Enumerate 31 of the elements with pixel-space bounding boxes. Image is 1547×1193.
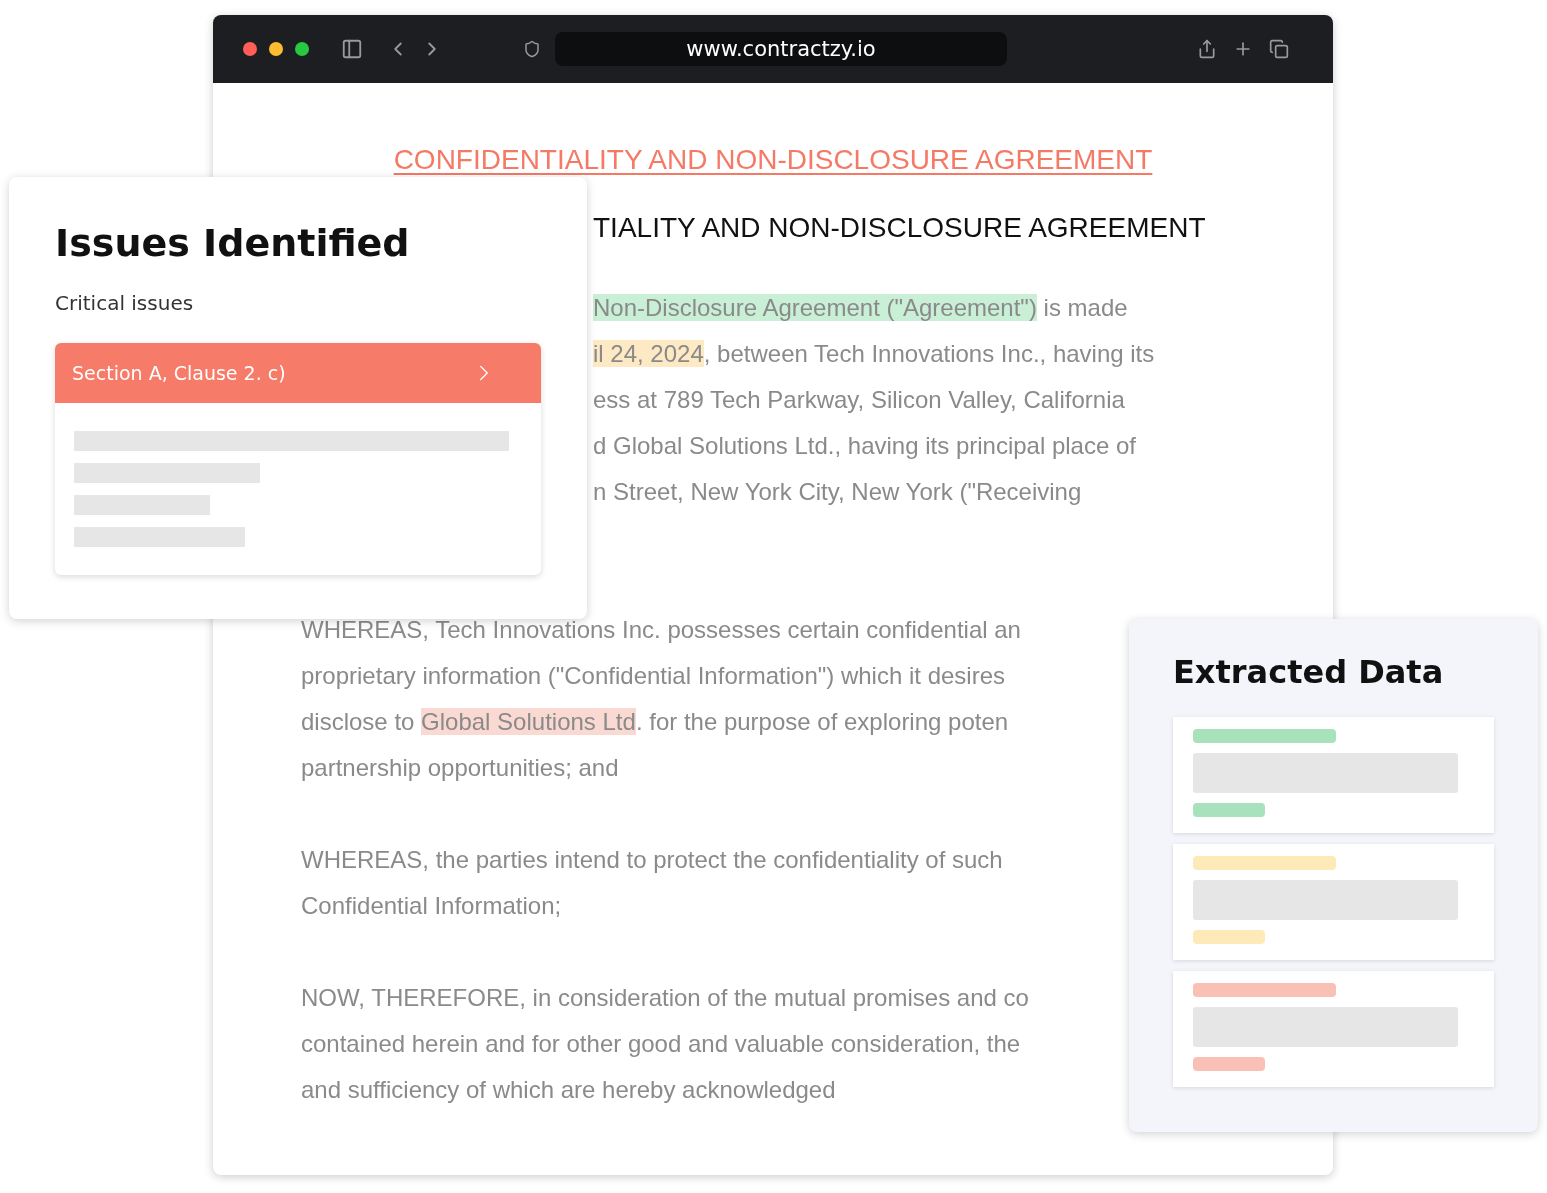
issues-title: Issues Identified [55,220,411,267]
document-text-line: partnership opportunities; and [301,753,619,783]
document-text-line: NOW, THEREFORE, in consideration of the mutual promises and co [301,983,1029,1013]
issue-header-button[interactable]: Section A, Clause 2. c) [55,343,541,403]
document-text-line: d Global Solutions Ltd., having its principal place of [593,431,1136,461]
issues-subtitle: Critical issues [55,291,195,315]
share-icon[interactable] [1197,39,1217,59]
document-text-line: proprietary information ("Confidential Information") which it desires [301,661,1005,691]
document-text-line: n Street, New York City, New York ("Receiving [593,477,1082,507]
minimize-window-dot[interactable] [269,42,283,56]
maximize-window-dot[interactable] [295,42,309,56]
skeleton-tag [1193,1057,1265,1071]
skeleton-tag [1193,803,1265,817]
document-text-line: disclose to Global Solutions Ltd. for the purpose of exploring poten [301,707,1009,737]
document-text-line: WHEREAS, the parties intend to protect the confidentiality of such [301,845,1003,875]
document-text-line: Non-Disclosure Agreement ("Agreement") is made [593,293,1128,323]
shield-icon[interactable] [523,40,541,58]
tabs-icon[interactable] [1269,39,1289,59]
skeleton-tag [1193,930,1265,944]
sidebar-icon[interactable] [341,38,363,60]
document-heading: TIALITY AND NON-DISCLOSURE AGREEMENT [593,211,1206,245]
document-text-line: ess at 789 Tech Parkway, Silicon Valley, California [593,385,1125,415]
document-text-line: Confidential Information; [301,891,562,921]
document-text-line: and sufficiency of which are hereby acknowledged [301,1075,836,1105]
document-title-link[interactable]: CONFIDENTIALITY AND NON-DISCLOSURE AGREEMENT [393,143,1153,177]
extracted-data-title: Extracted Data [1173,653,1445,691]
document-text-line: WHEREAS, Tech Innovations Inc. possesses certain confidential an [301,615,1021,645]
document-text-line: contained herein and for other good and valuable consideration, the [301,1029,1021,1059]
document-text-line: il 24, 2024, between Tech Innovations Inc., having its [593,339,1155,369]
address-bar[interactable]: www.contractzy.io [555,32,1007,66]
close-window-dot[interactable] [243,42,257,56]
